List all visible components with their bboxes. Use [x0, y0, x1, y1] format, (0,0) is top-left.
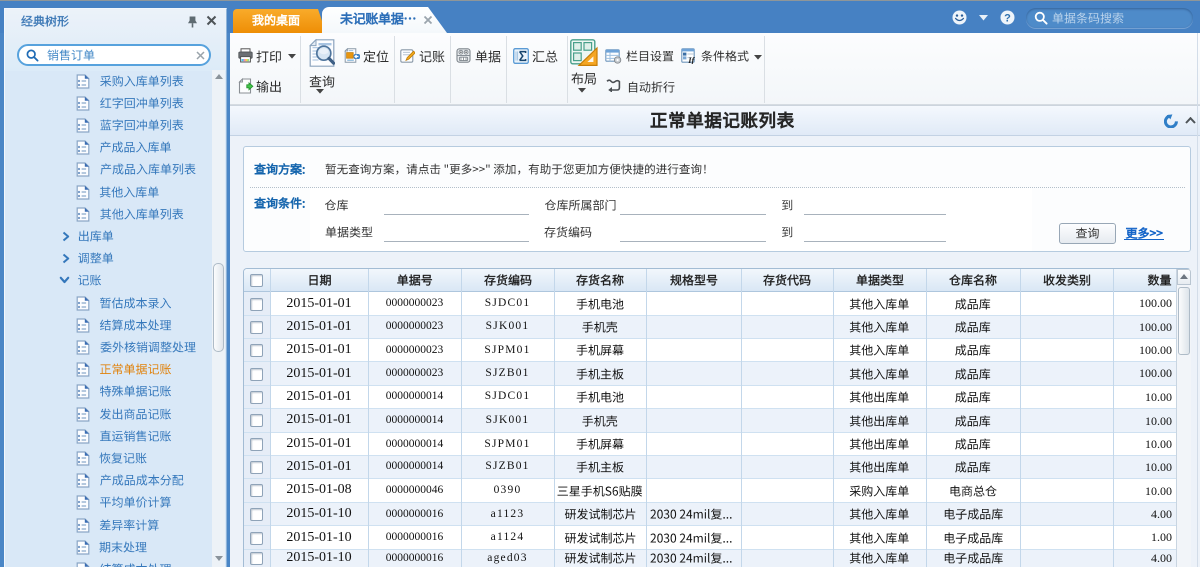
svg-text:?: ? — [1004, 13, 1011, 25]
svg-text:If: If — [687, 55, 695, 64]
